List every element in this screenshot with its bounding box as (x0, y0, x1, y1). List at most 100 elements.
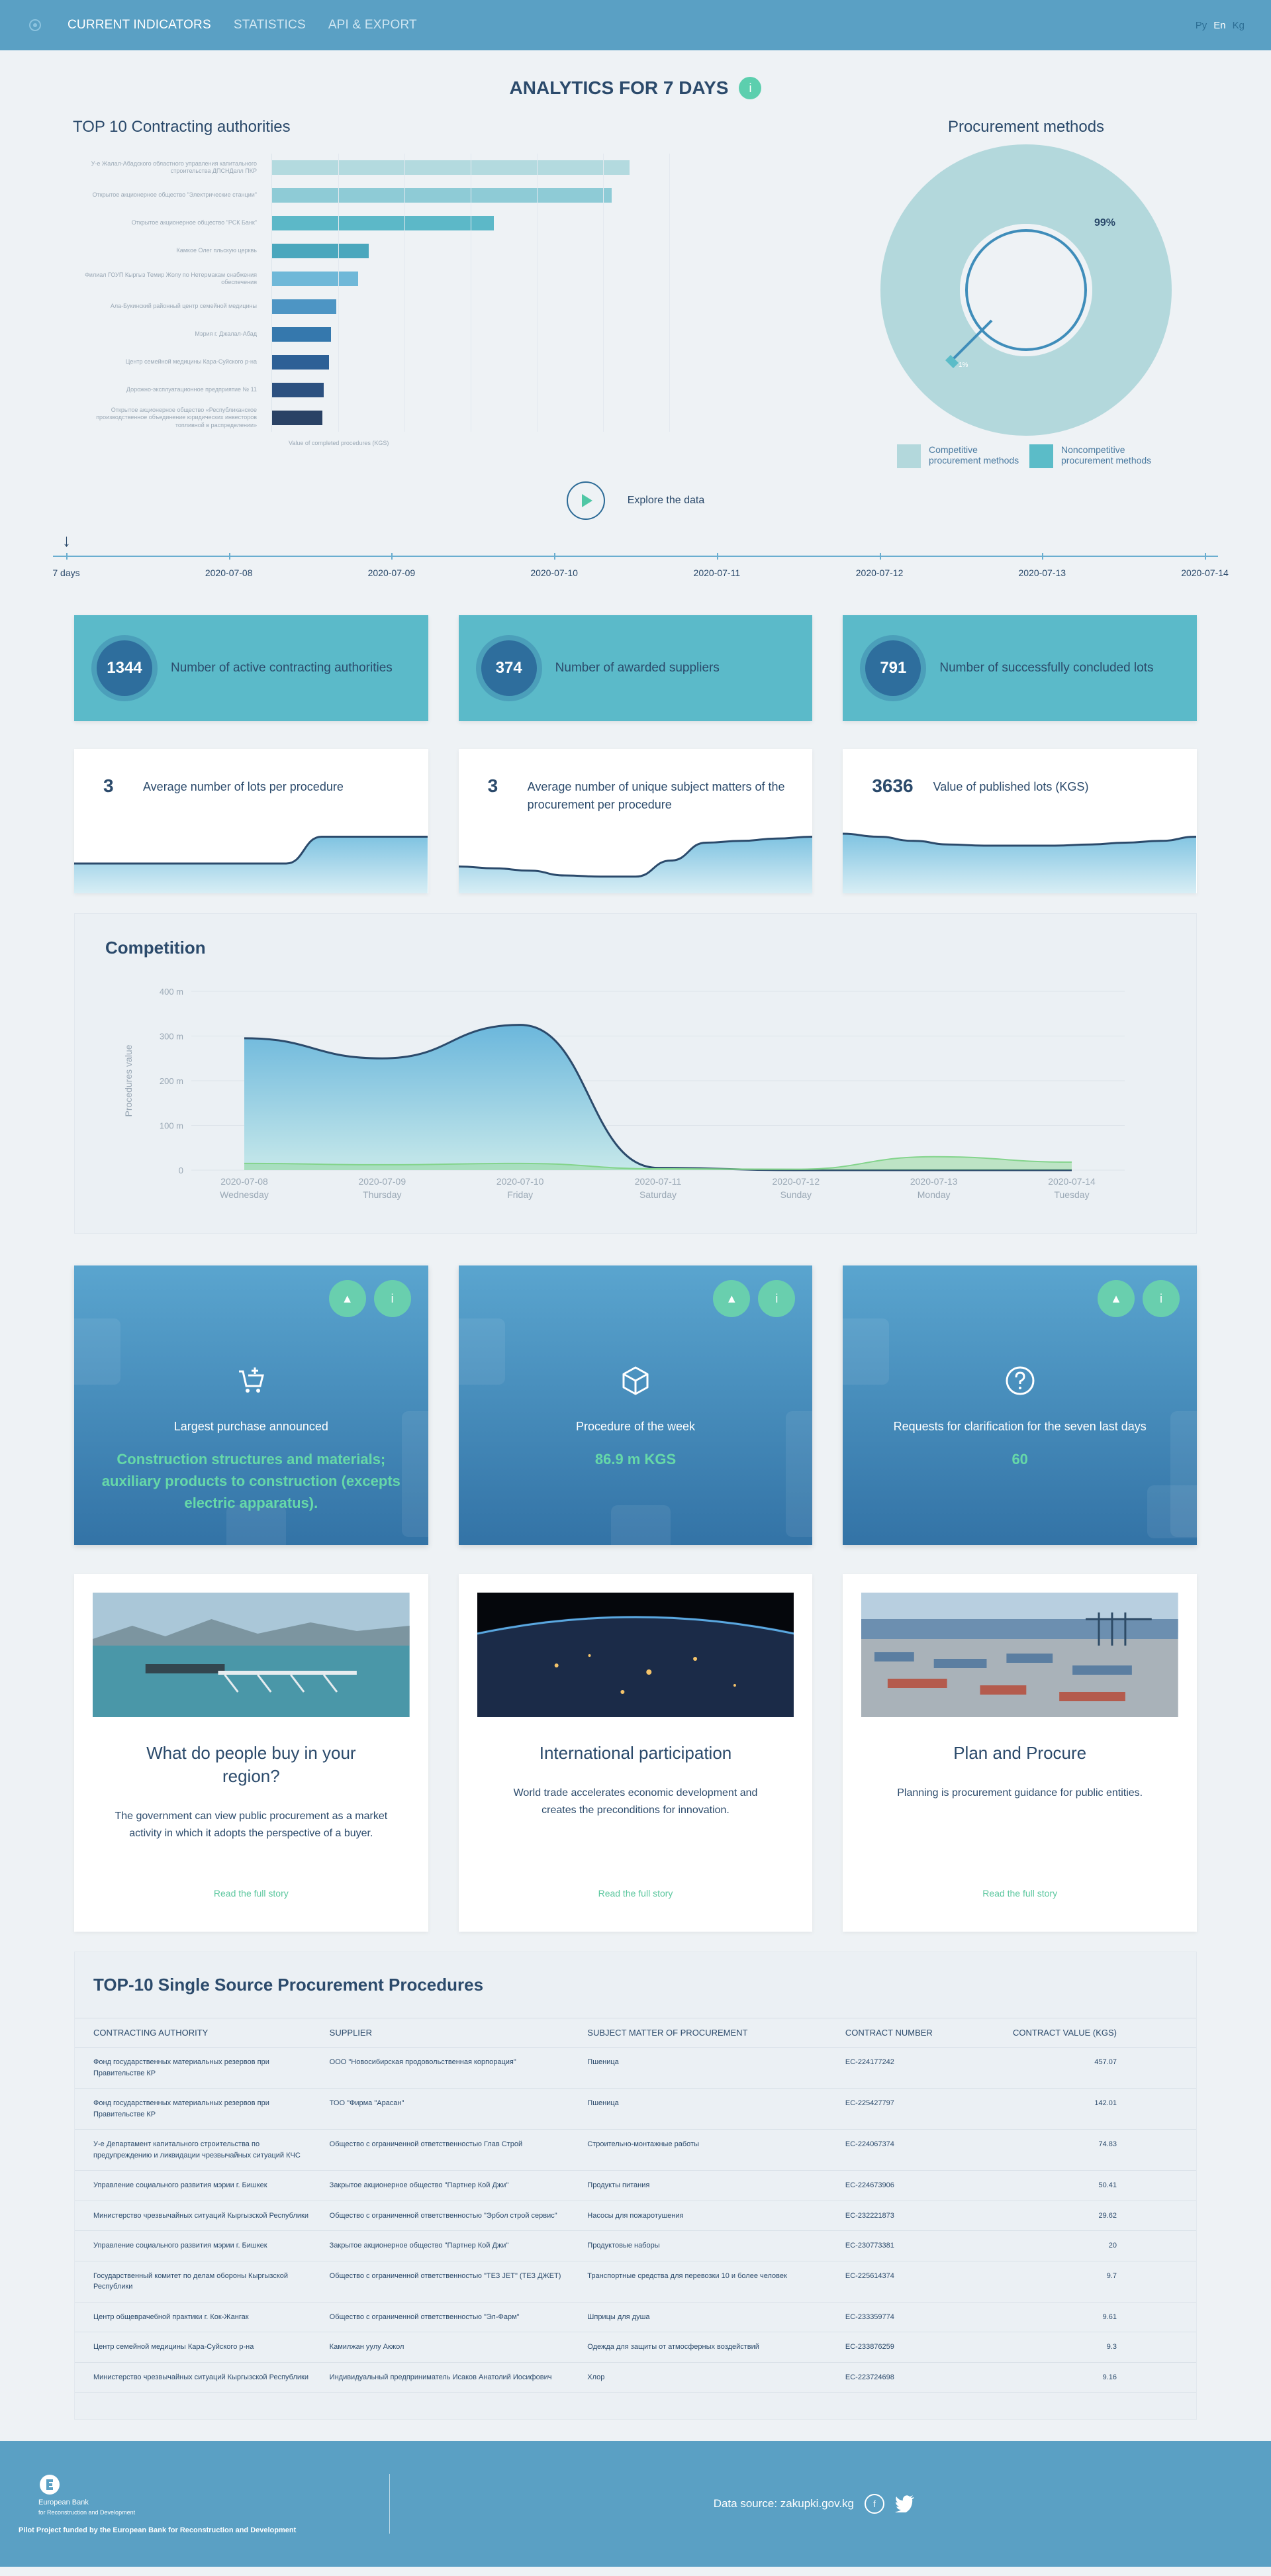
read-story-link[interactable]: Read the full story (843, 1888, 1197, 1899)
bar[interactable] (272, 327, 332, 342)
play-icon (581, 494, 592, 507)
home-icon[interactable] (26, 17, 44, 34)
cell-supplier: Общество с ограниченной ответственностью… (321, 2129, 580, 2171)
top10-bar-row[interactable]: Камкое Олег пльскую церквь (73, 237, 781, 265)
legend-competitive[interactable]: Competitive procurement methods (897, 444, 1023, 468)
stat-label: Number of active contracting authorities (171, 661, 393, 675)
bar-track (271, 237, 735, 265)
lang-ru[interactable]: Ру (1196, 20, 1207, 31)
story-card-international[interactable]: International participation World trade … (458, 1574, 813, 1932)
table-row[interactable]: Центр семейной медицины Кара-Суйского р-… (75, 2332, 1196, 2363)
table-row[interactable]: Государственный комитет по делам обороны… (75, 2261, 1196, 2303)
bar[interactable] (272, 216, 494, 230)
nav-current-indicators[interactable]: CURRENT INDICATORS (68, 18, 211, 32)
chart-icon[interactable]: ▲ (1098, 1280, 1135, 1317)
bar[interactable] (272, 160, 630, 175)
timeline-label[interactable]: 2020-07-10 (530, 568, 578, 578)
y-tick-label: 0 (179, 1165, 183, 1175)
legend-label: Noncompetitive procurement methods (1061, 444, 1152, 466)
table-row[interactable]: Управление социального развития мэрии г.… (75, 2230, 1196, 2261)
info-icon[interactable]: i (373, 1280, 411, 1317)
play-button[interactable] (566, 481, 605, 520)
table-row[interactable]: Центр общеврачебной практики г. Кок-Жанг… (75, 2302, 1196, 2332)
cell-subject: Строительно-монтажные работы (579, 2129, 837, 2171)
nav-api-export[interactable]: API & EXPORT (328, 18, 417, 32)
top10-bar-row[interactable]: Центр семейной медицины Кара-Суйского р-… (73, 348, 781, 376)
mini-card-lots-per-procedure: 3 Average number of lots per procedure (74, 749, 428, 893)
lang-kg[interactable]: Kg (1233, 20, 1245, 31)
info-icon[interactable]: i (1143, 1280, 1180, 1317)
top10-bar-row[interactable]: Дорожно-эксплуатационное предприятие № 1… (73, 376, 781, 404)
timeline[interactable]: ↓ 7 days 2020-07-08 2020-07-09 2020-07-10 20… (52, 530, 1228, 583)
feature-largest-purchase[interactable]: ▲ i Largest purchase announced Construct… (74, 1265, 428, 1545)
timeline-label[interactable]: 2020-07-14 (1181, 568, 1229, 578)
top10-bar-row[interactable]: Филиал ГОУП Кыргыз Темир Жолу по Нетерма… (73, 265, 781, 293)
table-row[interactable]: Фонд государственных материальных резерв… (75, 2047, 1196, 2089)
bar[interactable] (272, 383, 324, 397)
timeline-label[interactable]: 2020-07-08 (205, 568, 253, 578)
bar[interactable] (272, 188, 612, 203)
chart-icon[interactable]: ▲ (713, 1280, 751, 1317)
table-header-row: CONTRACTING AUTHORITY SUPPLIER SUBJECT M… (75, 2018, 1196, 2048)
top10-bar-row[interactable]: Открытое акционерное общество "Электриче… (73, 181, 781, 209)
table-row[interactable]: У-е Департамент капитального строительст… (75, 2129, 1196, 2171)
cell-supplier: Закрытое акционерное общество "Партнер К… (321, 2230, 580, 2261)
facebook-icon[interactable]: f (865, 2494, 884, 2514)
bar[interactable] (272, 299, 337, 314)
ebrd-logo[interactable]: European Bank for Reconstruction and Dev… (19, 2473, 389, 2516)
explore-label[interactable]: Explore the data (628, 495, 705, 507)
col-supplier[interactable]: SUPPLIER (321, 2018, 580, 2048)
read-story-link[interactable]: Read the full story (459, 1888, 813, 1899)
timeline-tick (66, 553, 68, 560)
nav-statistics[interactable]: STATISTICS (234, 18, 306, 32)
top10-bar-row[interactable]: Открытое акционерное общество «Республик… (73, 404, 781, 432)
feature-procedure-of-week[interactable]: ▲ i Procedure of the week 86.9 m KGS (458, 1265, 813, 1545)
story-card-plan[interactable]: Plan and Procure Planning is procurement… (843, 1574, 1198, 1932)
story-card-region[interactable]: What do people buy in your region? The g… (74, 1574, 428, 1932)
twitter-icon[interactable] (895, 2495, 915, 2512)
timeline-label[interactable]: 7 days (52, 568, 79, 578)
col-subject-matter[interactable]: SUBJECT MATTER OF PROCUREMENT (579, 2018, 837, 2048)
lang-en[interactable]: En (1213, 20, 1225, 31)
bar-track (271, 348, 735, 376)
cell-authority: Управление социального развития мэрии г.… (75, 2170, 322, 2201)
timeline-arrow-icon[interactable]: ↓ (62, 530, 71, 551)
table-row[interactable]: Министерство чрезвычайных ситуаций Кыргы… (75, 2201, 1196, 2231)
top10-bar-row[interactable]: У-е Жалал-Абадского областного управлени… (73, 154, 781, 181)
bar[interactable] (272, 411, 322, 425)
timeline-tick (1205, 553, 1206, 560)
col-contract-value[interactable]: CONTRACT VALUE (KGS) (994, 2018, 1196, 2048)
bar[interactable] (272, 355, 330, 370)
timeline-label[interactable]: 2020-07-09 (368, 568, 416, 578)
bar[interactable] (272, 244, 369, 258)
table-row[interactable]: Фонд государственных материальных резерв… (75, 2088, 1196, 2130)
top10-bar-row[interactable]: Ала-Букинский районный центр семейной ме… (73, 293, 781, 321)
gridline (338, 321, 339, 348)
info-icon[interactable]: i (739, 77, 762, 99)
cell-contract-number: EC-230773381 (837, 2230, 995, 2261)
feature-title: Largest purchase announced (173, 1420, 328, 1433)
table-row[interactable]: Управление социального развития мэрии г.… (75, 2170, 1196, 2201)
footer-logo-block: European Bank for Reconstruction and Dev… (19, 2473, 389, 2534)
top10-bar-row[interactable]: Мэрия г. Джалал-Абад (73, 321, 781, 348)
feature-clarifications[interactable]: ▲ i Requests for clarification for the s… (843, 1265, 1198, 1545)
chart-icon[interactable]: ▲ (328, 1280, 366, 1317)
table-row[interactable]: Министерство чрезвычайных ситуаций Кыргы… (75, 2362, 1196, 2393)
timeline-label[interactable]: 2020-07-12 (856, 568, 904, 578)
series-area-competitive[interactable] (244, 1024, 1072, 1170)
bar[interactable] (272, 272, 358, 286)
timeline-label[interactable]: 2020-07-11 (694, 568, 741, 578)
story-image-earth (477, 1593, 794, 1717)
legend-noncompetitive[interactable]: Noncompetitive procurement methods (1029, 444, 1155, 468)
cell-authority: Министерство чрезвычайных ситуаций Кыргы… (75, 2362, 322, 2393)
gridline (537, 181, 538, 209)
read-story-link[interactable]: Read the full story (74, 1888, 428, 1899)
gridline (669, 154, 670, 181)
col-contracting-authority[interactable]: CONTRACTING AUTHORITY (75, 2018, 322, 2048)
info-icon[interactable]: i (758, 1280, 796, 1317)
gridline (603, 154, 604, 181)
col-contract-number[interactable]: CONTRACT NUMBER (837, 2018, 995, 2048)
timeline-label[interactable]: 2020-07-13 (1018, 568, 1066, 578)
data-source-link[interactable]: Data source: zakupki.gov.kg (714, 2497, 854, 2510)
top10-bar-row[interactable]: Открытое акционерное общество "РСК Банк" (73, 209, 781, 237)
